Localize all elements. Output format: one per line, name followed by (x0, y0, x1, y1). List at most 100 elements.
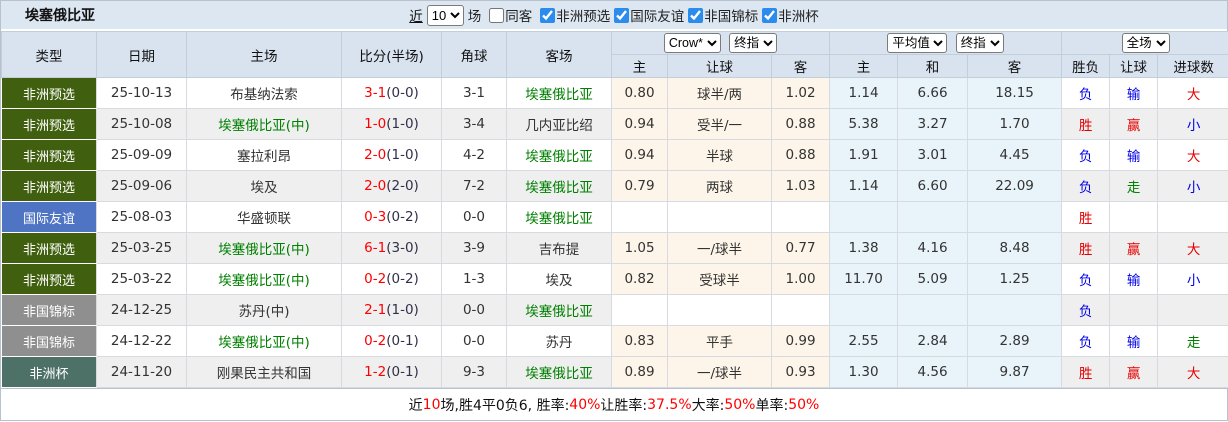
away-team: 埃及 (506, 263, 612, 295)
summary-segment: 单率: (755, 397, 789, 414)
goals-result-cell: 小 (1157, 170, 1228, 202)
date-cell: 25-03-25 (96, 232, 187, 264)
handicap-result-cell: 赢 (1109, 232, 1159, 264)
away-team: 埃塞俄比亚 (506, 77, 612, 109)
table-row: 非洲预选 25-09-09 塞拉利昂 2-0(1-0) 4-2 埃塞俄比亚 0.94 半球 0.… (1, 139, 1228, 171)
matches-unit-label: 场 (467, 9, 482, 25)
corner-cell: 1-3 (441, 263, 507, 295)
avg-away-cell: 8.48 (967, 232, 1063, 264)
goals-result-cell (1157, 201, 1228, 233)
summary-segment: 大率: (691, 397, 725, 414)
col-home: 主场 (186, 31, 342, 78)
home-team: 苏丹(中) (186, 294, 342, 326)
avg-draw-cell: 2.84 (897, 325, 969, 357)
score-cell: 0-2(0-2) (341, 263, 442, 295)
title-bar: 埃塞俄比亚 近 10 场 同客 非洲预选 国际友谊 非国锦标 非洲杯 (1, 1, 1227, 31)
score-cell: 0-3(0-2) (341, 201, 442, 233)
bookmaker-stage-select[interactable]: 终指 (729, 33, 778, 53)
corner-cell: 4-2 (441, 139, 507, 171)
avg-draw-cell: 3.01 (897, 139, 969, 171)
filter-checkbox[interactable] (614, 7, 630, 23)
handicap-result-cell: 赢 (1109, 356, 1159, 388)
goals-result-cell: 大 (1157, 356, 1228, 388)
average-select[interactable]: 平均值 (887, 33, 948, 53)
avg-home-cell: 5.38 (829, 108, 899, 140)
avg-away-cell: 18.15 (967, 77, 1063, 109)
date-cell: 24-11-20 (96, 356, 187, 388)
match-table-body: 非洲预选 25-10-13 布基纳法索 3-1(0-0) 3-1 埃塞俄比亚 0.80 球半/… (1, 77, 1228, 388)
col-avg-home: 主 (829, 54, 899, 78)
avg-away-cell: 1.70 (967, 108, 1063, 140)
handicap-line-cell: 受半/一 (667, 108, 772, 140)
filter-非洲预选[interactable]: 非洲预选 (536, 5, 610, 25)
corner-cell: 7-2 (441, 170, 507, 202)
avg-away-cell (967, 294, 1063, 326)
handicap-result-cell: 赢 (1109, 108, 1159, 140)
table-row: 非洲预选 25-03-22 埃塞俄比亚(中) 0-2(0-2) 1-3 埃及 0.82 受球半… (1, 263, 1228, 295)
goals-result-cell: 大 (1157, 77, 1228, 109)
table-header: 类型 日期 主场 比分(半场) 角球 客场 Crow* 终指 平均值 终指 全场 (1, 31, 1228, 78)
home-team: 埃塞俄比亚(中) (186, 108, 342, 140)
avg-home-cell: 11.70 (829, 263, 899, 295)
date-cell: 25-08-03 (96, 201, 187, 233)
bookmaker-select[interactable]: Crow* (663, 33, 721, 53)
handicap-result-cell (1109, 294, 1159, 326)
summary-segment: 40% (569, 396, 601, 413)
away-team: 埃塞俄比亚 (506, 170, 612, 202)
goals-result-cell: 大 (1157, 139, 1228, 171)
result-cell: 负 (1061, 294, 1111, 326)
filter-非洲杯[interactable]: 非洲杯 (758, 5, 819, 25)
summary-segment: 37.5% (647, 396, 692, 413)
result-cell: 胜 (1061, 356, 1111, 388)
summary-bar: 近 10 场,胜4平0负6, 胜率: 40% 让胜率: 37.5% 大率: 50% 单率:… (1, 388, 1227, 420)
home-team: 刚果民主共和国 (186, 356, 342, 388)
same-venue-filter[interactable]: 同客 (485, 5, 532, 25)
summary-segment: 近 (408, 397, 423, 414)
date-cell: 25-10-13 (96, 77, 187, 109)
result-cell: 胜 (1061, 201, 1111, 233)
avg-home-cell: 1.91 (829, 139, 899, 171)
filter-checkbox[interactable] (688, 7, 704, 23)
summary-segment: 50% (788, 396, 820, 413)
handicap-line-cell: 平手 (667, 325, 772, 357)
date-cell: 24-12-22 (96, 325, 187, 357)
page-title: 埃塞俄比亚 (25, 8, 95, 24)
away-team: 几内亚比绍 (506, 108, 612, 140)
period-select[interactable]: 全场 (1121, 33, 1170, 53)
avg-draw-cell: 4.56 (897, 356, 969, 388)
table-row: 国际友谊 25-08-03 华盛顿联 0-3(0-2) 0-0 埃塞俄比亚 胜 (1, 201, 1228, 233)
odds-home-cell: 1.05 (611, 232, 668, 264)
result-cell: 胜 (1061, 108, 1111, 140)
table-row: 非洲预选 25-03-25 埃塞俄比亚(中) 6-1(3-0) 3-9 吉布提 1.05 一/… (1, 232, 1228, 264)
handicap-line-cell: 球半/两 (667, 77, 772, 109)
avg-draw-cell: 5.09 (897, 263, 969, 295)
odds-home-cell (611, 294, 668, 326)
match-count-select[interactable]: 10 (426, 4, 464, 26)
filter-国际友谊[interactable]: 国际友谊 (610, 5, 684, 25)
filter-checkbox[interactable] (540, 7, 556, 23)
recent-link[interactable]: 近 (409, 5, 423, 25)
period-header: 全场 (1061, 31, 1228, 55)
date-cell: 25-09-06 (96, 170, 187, 202)
type-badge: 非洲预选 (1, 108, 97, 140)
date-cell: 25-03-22 (96, 263, 187, 295)
home-team: 埃塞俄比亚(中) (186, 325, 342, 357)
score-cell: 2-0(2-0) (341, 170, 442, 202)
filter-非国锦标[interactable]: 非国锦标 (684, 5, 758, 25)
avg-away-cell: 4.45 (967, 139, 1063, 171)
type-badge: 非洲预选 (1, 232, 97, 264)
odds-away-cell: 0.93 (770, 356, 831, 388)
away-team: 埃塞俄比亚 (506, 201, 612, 233)
same-venue-checkbox[interactable] (489, 7, 505, 23)
filter-label: 非洲预选 (556, 9, 611, 25)
away-team: 吉布提 (506, 232, 612, 264)
filter-label: 国际友谊 (630, 9, 685, 25)
avg-away-cell: 9.87 (967, 356, 1063, 388)
table-row: 非洲预选 25-09-06 埃及 2-0(2-0) 7-2 埃塞俄比亚 0.79 两球 1.03… (1, 170, 1228, 202)
average-stage-select[interactable]: 终指 (955, 33, 1004, 53)
home-team: 埃及 (186, 170, 342, 202)
type-badge: 国际友谊 (1, 201, 97, 233)
col-odds-home: 主 (611, 54, 668, 78)
filter-checkbox[interactable] (762, 7, 778, 23)
filter-controls: 近 10 场 同客 非洲预选 国际友谊 非国锦标 非洲杯 (409, 4, 819, 26)
